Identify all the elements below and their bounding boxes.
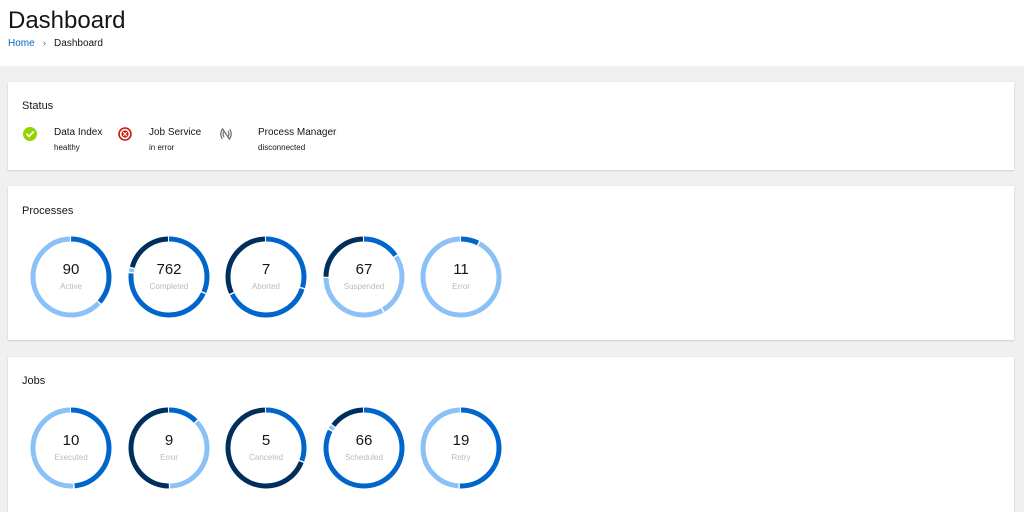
donut-label: Executed — [54, 453, 88, 462]
status-card-title: Status — [22, 100, 54, 112]
donut-active[interactable]: 90 Active — [29, 235, 113, 319]
processes-card: Processes 90 Active 762 Completed 7 Abor… — [8, 186, 1014, 340]
jobs-card-title: Jobs — [22, 375, 46, 387]
donut-label: Error — [452, 282, 470, 291]
donut-value: 10 — [62, 432, 80, 449]
donut-label: Error — [160, 453, 178, 462]
status-name: Process Manager — [258, 127, 337, 138]
donut-value: 7 — [261, 261, 271, 278]
donut-label: Active — [60, 282, 82, 291]
donut-job-error[interactable]: 9 Error — [127, 406, 211, 490]
donut-error[interactable]: 11 Error — [419, 235, 503, 319]
donut-value: 11 — [453, 261, 469, 278]
page-title: Dashboard — [8, 7, 126, 34]
donut-value: 9 — [164, 432, 174, 449]
jobs-card: Jobs 10 Executed 9 Error 5 Canceled 66 S… — [8, 357, 1014, 512]
status-name: Job Service — [149, 127, 202, 138]
donut-label: Canceled — [249, 453, 283, 462]
donut-canceled[interactable]: 5 Canceled — [224, 406, 308, 490]
donut-value: 762 — [156, 261, 182, 278]
breadcrumb-home-link[interactable]: Home — [8, 38, 35, 50]
chevron-right-icon: › — [42, 38, 47, 49]
donut-value: 66 — [355, 432, 373, 449]
status-state: healthy — [54, 143, 80, 152]
donut-suspended[interactable]: 67 Suspended — [322, 235, 406, 319]
status-name: Data Index — [54, 127, 103, 138]
donut-label: Scheduled — [345, 453, 383, 462]
error-circle-icon — [118, 127, 132, 141]
donut-label: Completed — [149, 282, 189, 291]
donut-label: Aborted — [251, 282, 281, 291]
status-state: disconnected — [258, 143, 306, 152]
breadcrumb-current: Dashboard — [54, 38, 103, 49]
status-state: in error — [149, 143, 175, 152]
donut-aborted[interactable]: 7 Aborted — [224, 235, 308, 319]
page-header: Dashboard Home › Dashboard — [0, 0, 1024, 66]
donut-value: 5 — [261, 432, 271, 449]
donut-label: Suspended — [343, 282, 385, 291]
donut-label: Retry — [451, 453, 471, 462]
processes-card-title: Processes — [22, 205, 74, 217]
donut-executed[interactable]: 10 Executed — [29, 406, 113, 490]
donut-scheduled[interactable]: 66 Scheduled — [322, 406, 406, 490]
breadcrumb: Home › Dashboard — [8, 38, 103, 50]
donut-value: 90 — [62, 261, 80, 278]
disconnected-icon — [220, 128, 232, 140]
check-circle-icon — [23, 127, 37, 141]
donut-value: 67 — [355, 261, 373, 278]
status-card: Status Data Index healthy Job Service in… — [8, 82, 1014, 170]
donut-completed[interactable]: 762 Completed — [127, 235, 211, 319]
donut-value: 19 — [452, 432, 470, 449]
donut-retry[interactable]: 19 Retry — [419, 406, 503, 490]
